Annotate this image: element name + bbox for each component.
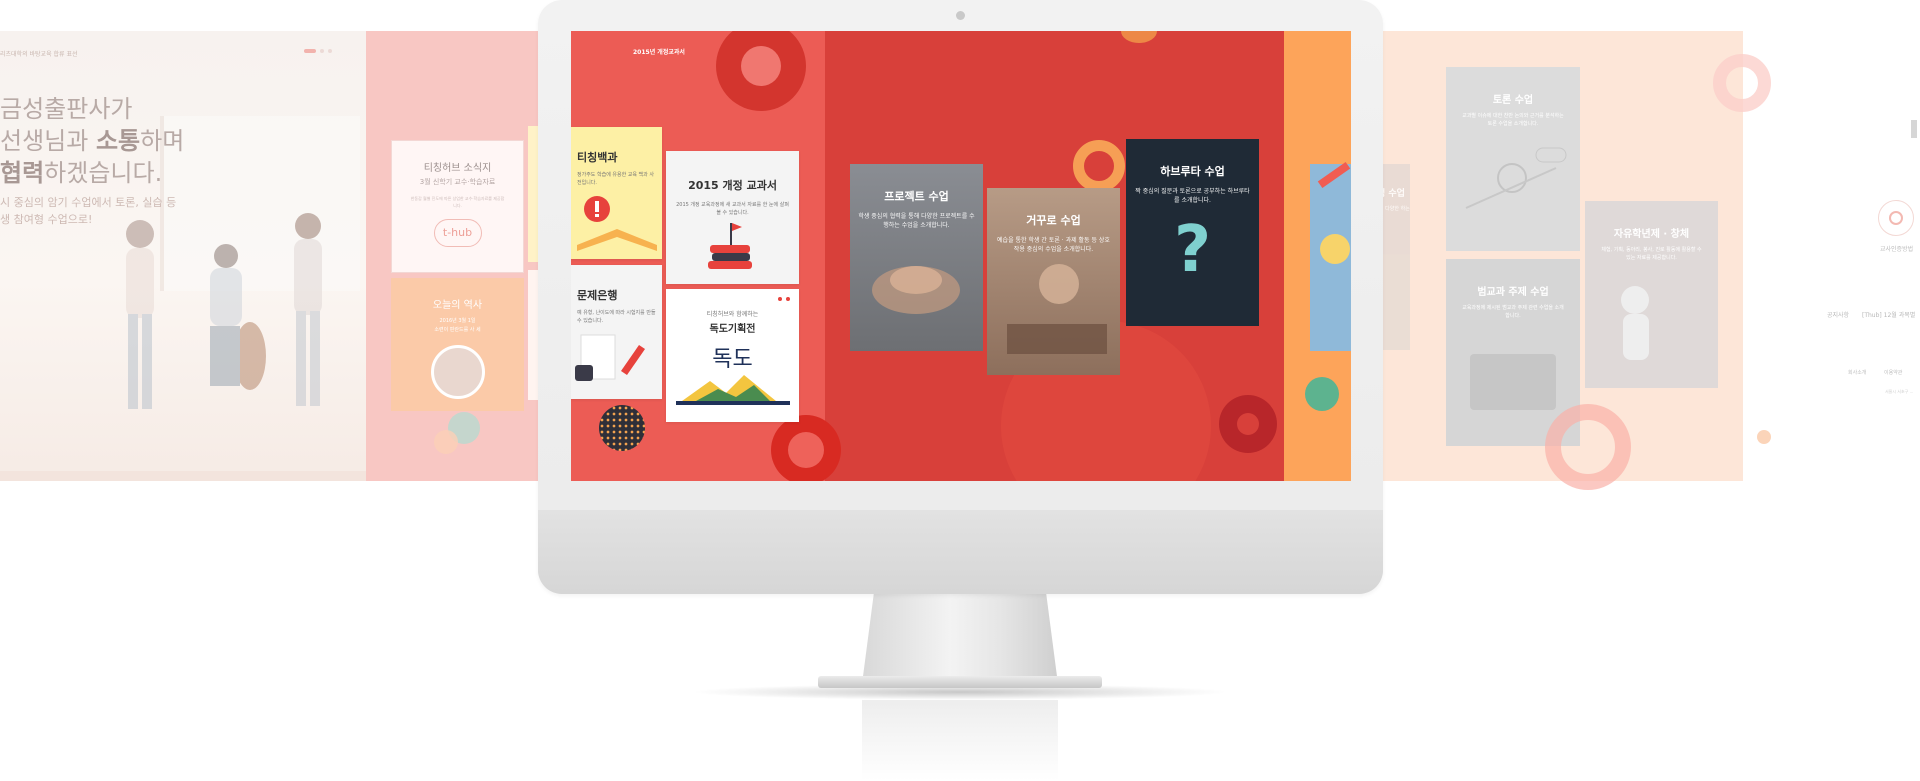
today-title: 오늘의 역사 (432, 300, 483, 311)
teaching-desc: 정가주도 학습에 유용한 교육 백과 사전입니다. (577, 172, 654, 186)
user-icon[interactable] (1878, 200, 1914, 236)
partial-screen-card[interactable] (1310, 164, 1351, 351)
portrait-avatar (430, 345, 485, 399)
havruta-title: 하브루타 수업 (1160, 165, 1225, 178)
flip-title: 거꾸로 수업 (1026, 214, 1081, 227)
today-date: 2016년 3월 1일 (439, 318, 476, 324)
astronaut-illustration (1621, 286, 1649, 360)
footer-address: 서울시 서초구 ... (1885, 389, 1914, 394)
hands-photo (872, 266, 960, 314)
dokdo-kicker: 티칭허브와 함께하는 (706, 311, 759, 318)
topbar-text: 리츠대학의 바탕교육 합류 표선 (0, 51, 78, 58)
showcase-stage: 리츠대학의 바탕교육 합류 표선 금성출판사가 선생님과 소통하며 협력하겠습니… (0, 0, 1920, 781)
question-mark-icon: ? (1173, 213, 1212, 287)
project-class-card[interactable]: 프로젝트 수업 학생 중심의 협력을 통해 다양한 프로젝트를 수행하는 수업을… (850, 164, 983, 351)
child-writing-photo (1007, 264, 1107, 354)
lightbulb-book-icon (577, 196, 657, 251)
newsletter-card[interactable]: 티칭허브 소식지 3월 신학기 교수·학습자료 한동갑 월별 진도에 따른 상업… (391, 140, 524, 273)
document-pencil-icon (575, 334, 645, 381)
free-desc: 체험, 기획, 동아리, 봉사, 진로 활동에 활용할 수 있는 자료를 제공합… (1601, 247, 1702, 261)
doodle-illustration (1465, 147, 1567, 209)
law-desc: 교육과정에 제시된 범교과 주제 관련 수업을 소개합니다. (1462, 305, 1564, 319)
teaching-title: 티칭백과 (577, 151, 618, 164)
pager-dot-active[interactable] (304, 49, 316, 53)
bank-title: 문제은행 (577, 289, 618, 302)
flip-desc: 예습을 통한 학생 간 토론 · 과제 활동 등 상호작용 중심의 수업을 소개… (997, 237, 1110, 253)
project-title: 프로젝트 수업 (884, 190, 949, 203)
monitor-screen: 2015년 개정교과서 티칭백과 정가주도 학습에 유용한 교육 백과 사전입니… (571, 31, 1351, 481)
notice-label: 공지사항 (1827, 312, 1850, 319)
tablet-photo (1470, 354, 1556, 410)
newsletter-desc: 한동갑 월별 진도에 따른 상업한 교수·학습자료를 제공합니다. (410, 196, 505, 208)
textbook-card[interactable]: 2015 개정 교과서 2015 개정 교육과정에 새 교과서 자료를 한 눈에… (666, 151, 799, 284)
musicians-photo (126, 213, 322, 409)
dokdo-title: 독도기획전 (709, 324, 756, 335)
debate-title: 토론 수업 (1492, 95, 1534, 106)
free-title: 자유학년제 · 창체 (1613, 229, 1690, 240)
newsletter-title: 티칭허브 소식지 (423, 163, 492, 174)
flipped-class-card[interactable]: 거꾸로 수업 예습을 통한 학생 간 토론 · 과제 활동 등 상호작용 중심의… (987, 188, 1120, 375)
question-bank-card[interactable]: 문제은행 예 유형, 난이도에 따라 시험지를 만들 수 있습니다. (571, 265, 662, 399)
monitor-chin (538, 510, 1383, 594)
today-history-card[interactable]: 오늘의 역사 2016년 3월 1일 소련이 핀란드를 사 세 (391, 278, 524, 411)
law-title: 범교과 주제 수업 (1477, 287, 1549, 298)
debate-class-card[interactable]: 토론 수업 교과별 이슈에 대한 찬반 논의와 근거를 분석하는 토론 수업을 … (1446, 67, 1580, 251)
dokdo-island-illustration (676, 375, 790, 405)
project-desc: 학생 중심의 협력을 통해 다양한 프로젝트를 수행하는 수업을 소개합니다. (858, 213, 975, 229)
camera-icon (956, 11, 965, 20)
pager-dot[interactable] (328, 49, 332, 53)
teaching-encyclopedia-card[interactable]: 티칭백과 정가주도 학습에 유용한 교육 백과 사전입니다. (571, 127, 662, 259)
hero-headline-2: 선생님과 소통하며 (0, 127, 185, 155)
footer-link-terms[interactable]: 이용약관 (1884, 369, 1902, 376)
debate-desc: 교과별 이슈에 대한 찬반 논의와 근거를 분석하는 토론 수업을 소개합니다. (1462, 113, 1564, 127)
monitor-stand (862, 594, 1058, 684)
dokdo-exhibit-card[interactable]: 티칭허브와 함께하는 독도기획전 독도 (666, 289, 799, 422)
hero-panel: 리츠대학의 바탕교육 합류 표선 금성출판사가 선생님과 소통하며 협력하겠습니… (0, 31, 366, 481)
havruta-desc: 짝 중심의 질문과 토론으로 공부하는 하브루타를 소개합니다. (1135, 188, 1250, 204)
notice-text[interactable]: [Thub] 12월 과목별 (1862, 310, 1915, 319)
newsletter-sub: 3월 신학기 교수·학습자료 (419, 178, 496, 186)
textbook-desc: 2015 개정 교육과정에 새 교과서 자료를 한 눈에 살펴볼 수 있습니다. (676, 202, 789, 216)
hero-headline-1: 금성출판사가 (0, 95, 133, 123)
hero-headline-3: 협력하겠습니다. (0, 159, 163, 187)
footer-link-company[interactable]: 회사소개 (1848, 369, 1866, 376)
bank-desc: 예 유형, 난이도에 따라 시험지를 만들 수 있습니다. (577, 310, 656, 324)
today-desc: 소련이 핀란드를 사 세 (434, 327, 481, 333)
textbook-title: 2015 개정 교과서 (688, 179, 777, 192)
havruta-class-card[interactable]: 하브루타 수업 짝 중심의 질문과 토론으로 공부하는 하브루타를 소개합니다.… (1126, 139, 1259, 326)
brand-tag[interactable]: 2015년 개정교과서 (633, 47, 685, 56)
dots-pattern (599, 405, 645, 451)
cert-label: 교사인증방법 (1880, 246, 1914, 253)
free-semester-card[interactable]: 자유학년제 · 창체 체험, 기획, 동아리, 봉사, 진로 활동에 활용할 수… (1585, 201, 1718, 388)
book-stack-icon (708, 223, 752, 269)
monitor-foot (818, 676, 1102, 688)
pager-dot[interactable] (320, 49, 324, 53)
thub-logo: t-hub (433, 219, 482, 247)
